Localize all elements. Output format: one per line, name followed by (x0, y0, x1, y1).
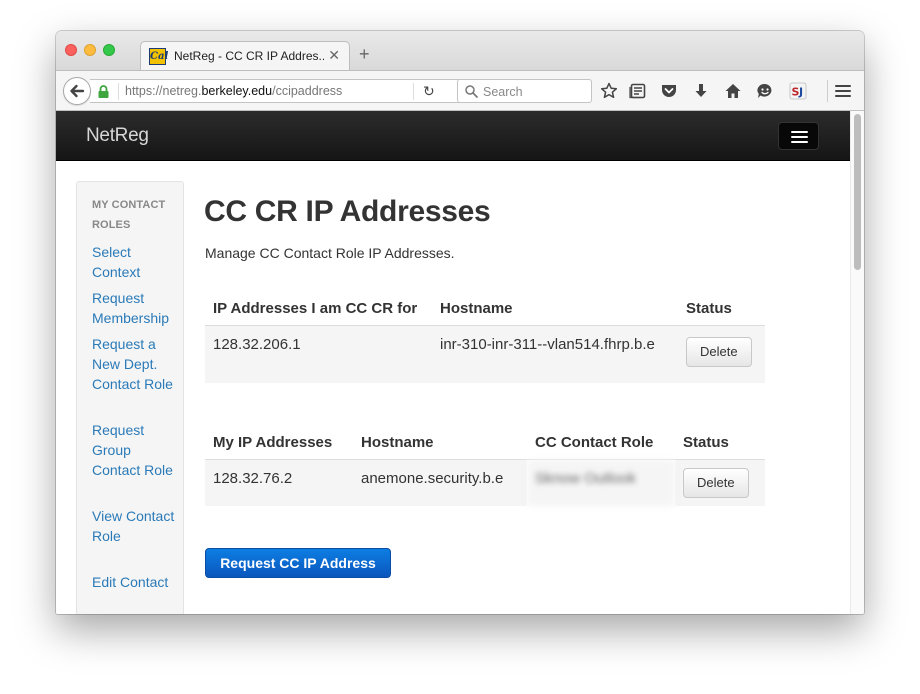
hostname-cell: anemone.security.b.e (353, 459, 527, 506)
delete-button[interactable]: Delete (683, 468, 749, 498)
request-cc-ip-button[interactable]: Request CC IP Address (205, 548, 391, 578)
menu-icon[interactable] (834, 82, 852, 100)
page-scrollbar[interactable] (850, 111, 864, 614)
my-ip-table: My IP Addresses Hostname CC Contact Role… (205, 433, 765, 506)
column-header: Hostname (432, 299, 678, 326)
window-minimize-button[interactable] (84, 44, 96, 56)
svg-text:J: J (798, 86, 803, 99)
back-arrow-icon (70, 84, 85, 98)
hostname-cell: inr-310-inr-311--vlan514.fhrp.b.e (432, 325, 678, 383)
page-description: Manage CC Contact Role IP Addresses. (205, 245, 455, 261)
url-separator (118, 83, 119, 100)
toolbar-separator (827, 80, 828, 102)
window-close-button[interactable] (65, 44, 77, 56)
window-zoom-button[interactable] (103, 44, 115, 56)
tab-strip: Cal NetReg - CC CR IP Addres... ✕ + (56, 31, 864, 71)
navigation-toolbar: https://netreg.berkeley.edu/ccipaddress … (56, 70, 864, 111)
ip-address-cell: 128.32.76.2 (205, 459, 353, 506)
back-button[interactable] (63, 77, 91, 105)
search-bar[interactable]: Search (457, 79, 592, 103)
cal-favicon-icon: Cal (149, 48, 168, 65)
download-icon[interactable] (692, 82, 710, 100)
column-header: My IP Addresses (205, 433, 353, 460)
pocket-icon[interactable] (660, 82, 678, 100)
page-viewport: NetReg MY CONTACT ROLES Select Context R… (56, 111, 864, 614)
ip-address-cell: 128.32.206.1 (205, 325, 432, 383)
url-separator-2 (413, 83, 414, 100)
scrollbar-thumb[interactable] (854, 114, 861, 270)
sj-extension-icon[interactable]: S J (789, 82, 807, 100)
sidebar-header: MY CONTACT ROLES (92, 199, 166, 231)
browser-window: Cal NetReg - CC CR IP Addres... ✕ + http… (56, 31, 864, 614)
column-header: Status (675, 433, 765, 460)
hello-chat-icon[interactable] (756, 82, 774, 100)
column-header: Hostname (353, 433, 527, 460)
bookmark-star-icon[interactable] (600, 82, 618, 100)
url-bar[interactable]: https://netreg.berkeley.edu/ccipaddress … (90, 79, 502, 103)
lock-icon (98, 85, 109, 98)
tab-close-icon[interactable]: ✕ (328, 47, 340, 64)
table-header-row: IP Addresses I am CC CR for Hostname Sta… (205, 299, 765, 326)
table-header-row: My IP Addresses Hostname CC Contact Role… (205, 433, 765, 460)
contact-roles-sidebar: MY CONTACT ROLES Select Context Request … (76, 181, 184, 614)
cc-cr-ip-table: IP Addresses I am CC CR for Hostname Sta… (205, 299, 765, 383)
page-title: CC CR IP Addresses (204, 195, 491, 228)
column-header: Status (678, 299, 765, 326)
site-brand[interactable]: NetReg (86, 125, 149, 147)
site-menu-toggle-icon[interactable] (778, 122, 819, 150)
search-placeholder: Search (483, 85, 523, 99)
home-icon[interactable] (724, 82, 742, 100)
table-row: 128.32.76.2 anemone.security.b.e Sknow O… (205, 459, 765, 506)
search-icon (465, 85, 478, 98)
site-navbar: NetReg (56, 111, 850, 161)
reload-icon[interactable]: ↻ (423, 83, 435, 100)
browser-tab[interactable]: Cal NetReg - CC CR IP Addres... ✕ (140, 41, 350, 71)
sidebar-link-request-group-role[interactable]: Request Group Contact Role (92, 420, 182, 480)
sidebar-link-select-context[interactable]: Select Context (92, 242, 182, 282)
delete-button[interactable]: Delete (686, 337, 752, 367)
new-tab-icon[interactable]: + (359, 45, 370, 63)
url-text[interactable]: https://netreg.berkeley.edu/ccipaddress (125, 84, 342, 98)
column-header: IP Addresses I am CC CR for (205, 299, 432, 326)
table-row: 128.32.206.1 inr-310-inr-311--vlan514.fh… (205, 325, 765, 383)
sidebar-link-view-contact-role[interactable]: View Contact Role (92, 506, 182, 546)
sidebar-link-request-dept-role[interactable]: Request a New Dept. Contact Role (92, 334, 182, 394)
tab-title: NetReg - CC CR IP Addres... (174, 49, 324, 63)
contact-role-cell: Sknow Outlook (527, 459, 675, 506)
sidebar-link-request-membership[interactable]: Request Membership (92, 288, 182, 328)
sidebar-link-edit-contact[interactable]: Edit Contact (92, 572, 182, 592)
reader-view-icon[interactable] (629, 82, 647, 100)
column-header: CC Contact Role (527, 433, 675, 460)
